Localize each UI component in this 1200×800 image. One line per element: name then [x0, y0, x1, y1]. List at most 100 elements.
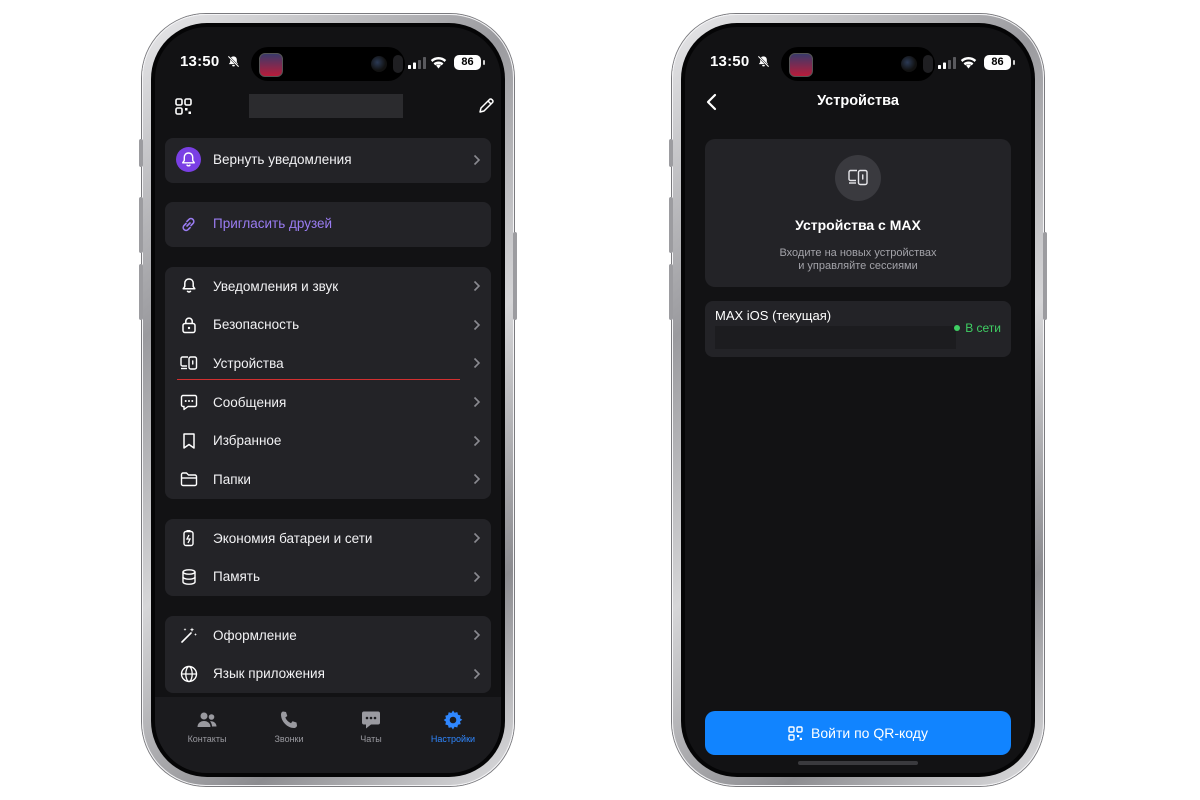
lock-icon	[182, 316, 196, 333]
settings-item-devices[interactable]: Устройства	[165, 344, 491, 382]
settings-item-battery-saver[interactable]: Экономия батареи и сети	[165, 519, 491, 557]
chevron-right-icon	[473, 280, 481, 292]
bookmark-icon	[183, 432, 195, 449]
hero-subtitle-line: Входите на новых устройствах	[779, 247, 937, 259]
devices-hero-badge	[835, 155, 881, 201]
hero-subtitle: Входите на новых устройствах и управляйт…	[705, 247, 1011, 273]
home-indicator	[798, 761, 918, 765]
chevron-right-icon	[473, 668, 481, 679]
settings-item-messages[interactable]: Сообщения	[165, 383, 491, 421]
restore-notifications-card[interactable]: Вернуть уведомления	[165, 138, 491, 183]
settings-item-language[interactable]: Язык приложения	[165, 655, 491, 693]
front-camera	[371, 56, 387, 72]
settings-item-label: Сообщения	[213, 394, 287, 410]
volume-down-button	[669, 264, 673, 320]
tab-label: Настройки	[430, 734, 476, 744]
chevron-right-icon	[473, 319, 481, 330]
edit-pencil-icon[interactable]	[478, 97, 495, 114]
settings-item-appearance[interactable]: Оформление	[165, 616, 491, 654]
chevron-right-icon	[473, 571, 481, 582]
tab-settings[interactable]: Настройки	[413, 709, 493, 744]
session-item-current[interactable]: MAX iOS (текущая) В сети	[705, 301, 1011, 357]
tab-label: Чаты	[360, 734, 382, 744]
highlight-underline	[177, 379, 460, 380]
settings-item-label: Оформление	[213, 627, 297, 643]
chevron-right-icon	[473, 473, 481, 485]
island-indicator	[393, 55, 403, 73]
online-dot-icon	[954, 325, 961, 331]
settings-item-label: Язык приложения	[213, 666, 325, 681]
session-status: В сети	[954, 321, 1001, 335]
volume-down-button	[139, 264, 143, 320]
settings-item-label: Уведомления и звук	[213, 278, 339, 294]
settings-item-notifications[interactable]: Уведомления и звук	[165, 267, 491, 305]
settings-item-label: Избранное	[213, 433, 282, 448]
settings-item-label: Экономия батареи и сети	[213, 530, 373, 546]
session-details-redacted	[715, 326, 956, 349]
chevron-right-icon	[473, 435, 481, 446]
tab-chats[interactable]: Чаты	[331, 709, 411, 744]
session-device-name: MAX iOS (текущая)	[715, 308, 832, 323]
front-camera	[901, 56, 917, 72]
settings-group-main: Уведомления и звук Безопасность Устройст…	[165, 267, 491, 499]
status-time: 13:50	[710, 53, 750, 70]
database-icon	[182, 568, 196, 585]
chevron-right-icon	[473, 629, 481, 641]
live-activity-icon	[789, 53, 813, 77]
login-by-qr-button[interactable]: Войти по QR-коду	[705, 711, 1011, 755]
settings-item-security[interactable]: Безопасность	[165, 306, 491, 344]
status-time: 13:50	[180, 53, 220, 70]
island-indicator	[923, 55, 933, 73]
settings-item-label: Устройства	[213, 355, 284, 371]
dynamic-island	[781, 47, 935, 81]
phone-bezel: 13:50	[151, 23, 505, 777]
tab-contacts[interactable]: Контакты	[167, 709, 247, 744]
tab-calls[interactable]: Звонки	[249, 709, 329, 744]
folder-icon	[180, 472, 198, 487]
notifications-badge	[176, 147, 201, 172]
globe-icon	[180, 665, 198, 682]
qr-code-icon[interactable]	[175, 98, 192, 115]
action-button	[139, 139, 143, 167]
status-bar: 13:50 86	[685, 27, 1031, 81]
action-button	[669, 139, 673, 167]
qr-code-icon	[788, 725, 803, 741]
invite-friends-label: Пригласить друзей	[213, 216, 333, 231]
chevron-right-icon	[473, 357, 481, 369]
login-by-qr-label: Войти по QR-коду	[811, 725, 928, 741]
settings-group-appearance: Оформление Язык приложения	[165, 616, 491, 693]
settings-screen: 13:50 86 Вернуть уведомления Пригласить …	[155, 27, 501, 773]
power-button	[513, 232, 517, 320]
cellular-signal-icon	[408, 57, 426, 69]
hero-subtitle-line: и управляйте сессиями	[798, 260, 918, 272]
phone-frame-left: 13:50 86 Вернуть уведомления Пригласить …	[139, 14, 517, 786]
cellular-signal-icon	[938, 57, 956, 69]
profile-name-redacted	[249, 94, 403, 118]
tab-bar: Контакты Звонки Чаты Настройки	[155, 697, 501, 773]
phone-icon	[281, 711, 297, 728]
magic-wand-icon	[181, 627, 197, 643]
invite-friends-card[interactable]: Пригласить друзей	[165, 202, 491, 247]
link-icon	[182, 217, 195, 232]
chevron-right-icon	[473, 154, 481, 166]
settings-item-favorites[interactable]: Избранное	[165, 422, 491, 460]
bell-icon	[182, 152, 195, 167]
settings-item-folders[interactable]: Папки	[165, 460, 491, 498]
restore-notifications-label: Вернуть уведомления	[213, 152, 352, 167]
settings-item-label: Папки	[213, 471, 251, 487]
settings-item-label: Память	[213, 569, 261, 584]
gear-icon	[443, 710, 463, 730]
settings-item-storage[interactable]: Память	[165, 558, 491, 596]
chat-icon	[362, 711, 380, 729]
battery-saver-icon	[183, 530, 194, 547]
dynamic-island	[251, 47, 405, 81]
session-status-label: В сети	[965, 321, 1001, 335]
bell-off-icon	[757, 55, 770, 68]
live-activity-icon	[259, 53, 283, 77]
bell-icon	[182, 278, 196, 293]
devices-screen: 13:50 86 Устройства Устройства с MAX Вхо…	[685, 27, 1031, 773]
battery-indicator: 86	[454, 55, 485, 70]
devices-hero-card: Устройства с MAX Входите на новых устрой…	[705, 139, 1011, 287]
settings-group-storage: Экономия батареи и сети Память	[165, 519, 491, 596]
volume-up-button	[669, 197, 673, 253]
